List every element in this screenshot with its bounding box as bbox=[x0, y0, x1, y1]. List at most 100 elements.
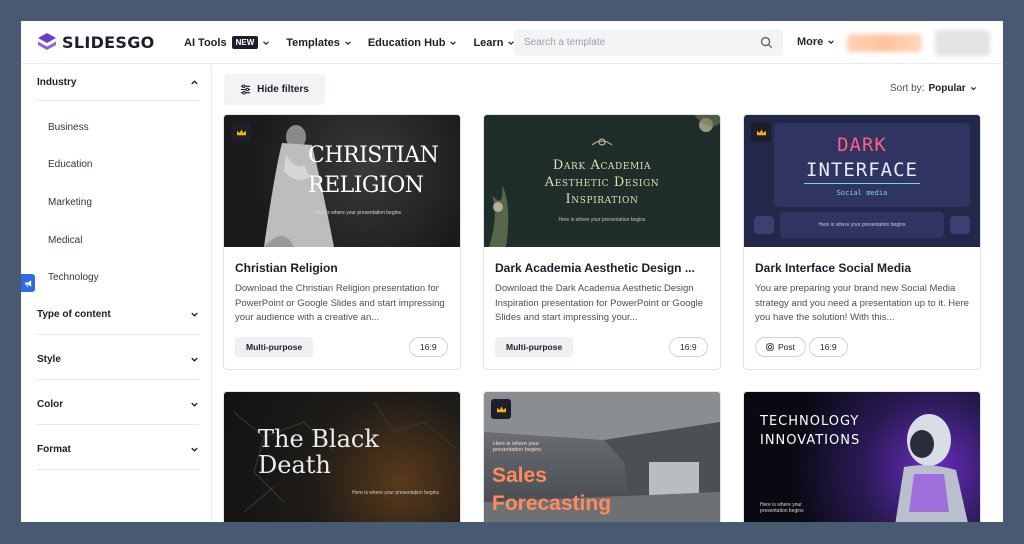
crown-icon bbox=[236, 128, 246, 135]
template-thumbnail[interactable]: TECHNOLOGY INNOVATIONS Here is where you… bbox=[744, 392, 980, 522]
nav-learn-label: Learn bbox=[473, 36, 504, 49]
chevron-up-icon bbox=[191, 80, 198, 85]
nav-education-hub-label: Education Hub bbox=[367, 36, 446, 49]
filter-style[interactable]: Style bbox=[37, 340, 199, 380]
template-thumbnail[interactable]: The Black Death Here is where your prese… bbox=[224, 392, 460, 522]
sort-value: Popular bbox=[928, 83, 966, 94]
megaphone-icon bbox=[24, 279, 31, 287]
chevron-down-icon bbox=[828, 40, 835, 44]
template-card[interactable]: The Black Death Here is where your prese… bbox=[223, 391, 461, 522]
chevron-down-icon bbox=[263, 40, 270, 45]
more-label: More bbox=[797, 36, 824, 48]
tag-multi-purpose[interactable]: Multi-purpose bbox=[495, 337, 574, 357]
instagram-icon bbox=[766, 343, 774, 351]
tag-post[interactable]: Post bbox=[755, 337, 807, 357]
tag-multi-purpose[interactable]: Multi-purpose bbox=[235, 337, 314, 357]
new-badge: NEW bbox=[231, 36, 259, 49]
login-button-blurred[interactable] bbox=[935, 30, 990, 56]
template-thumbnail[interactable]: DARK INTERFACE Social media Here is wher… bbox=[744, 115, 980, 247]
thumbnail-title: TECHNOLOGY INNOVATIONS bbox=[760, 412, 860, 450]
thumbnail-title-line: INTERFACE bbox=[806, 159, 918, 181]
sort-control[interactable]: Sort by: Popular bbox=[890, 83, 977, 94]
filter-color[interactable]: Color bbox=[37, 385, 199, 425]
search-input[interactable] bbox=[524, 37, 760, 48]
tag-aspect-ratio[interactable]: 16:9 bbox=[409, 337, 448, 357]
filter-type-of-content[interactable]: Type of content bbox=[37, 295, 199, 335]
nav-templates[interactable]: Templates bbox=[286, 37, 352, 49]
thumbnail-subtitle: Here is where your presentation begins bbox=[493, 441, 542, 453]
template-thumbnail[interactable]: Dark Academia Aesthetic Design Inspirati… bbox=[484, 115, 720, 247]
card-description: Download the Christian Religion presenta… bbox=[235, 283, 445, 323]
card-title[interactable]: Dark Academia Aesthetic Design ... bbox=[495, 261, 711, 275]
template-thumbnail[interactable]: Here is where your presentation begins S… bbox=[484, 392, 720, 522]
tag-post-label: Post bbox=[778, 342, 796, 352]
hide-filters-label: Hide filters bbox=[257, 84, 309, 95]
thumbnail-title-line: RELIGION bbox=[308, 173, 424, 198]
thumbnail-title: DARK INTERFACE bbox=[744, 133, 980, 183]
template-card[interactable]: CHRISTIAN RELIGION Here is where your pr… bbox=[223, 114, 461, 370]
crown-icon bbox=[496, 405, 506, 412]
interface-icon-tile bbox=[950, 216, 970, 234]
thumbnail-title-line: Aesthetic Design bbox=[544, 175, 660, 190]
thumbnail-title-line: Sales bbox=[492, 464, 547, 487]
chevron-down-icon bbox=[191, 312, 198, 317]
thumbnail-title: CHRISTIAN RELIGION bbox=[308, 141, 439, 201]
chevron-down-icon bbox=[970, 87, 976, 91]
thumbnail-title-line: Death bbox=[258, 451, 331, 479]
filter-format-label: Format bbox=[37, 444, 71, 455]
card-title[interactable]: Christian Religion bbox=[235, 261, 451, 275]
nav-education-hub[interactable]: Education Hub bbox=[368, 37, 458, 49]
filter-color-label: Color bbox=[37, 399, 64, 410]
tag-aspect-ratio[interactable]: 16:9 bbox=[809, 337, 848, 357]
industry-item-technology[interactable]: Technology bbox=[48, 272, 99, 283]
industry-item-business[interactable]: Business bbox=[48, 122, 89, 133]
thumbnail-title: Sales Forecasting bbox=[492, 462, 611, 518]
thumbnail-title: The Black Death bbox=[258, 426, 379, 478]
thumbnail-subtitle: Here is where your presentation begins bbox=[314, 210, 401, 216]
template-card[interactable]: Here is where your presentation begins S… bbox=[483, 391, 721, 522]
sort-label: Sort by: bbox=[890, 83, 925, 94]
premium-button-blurred[interactable] bbox=[847, 34, 922, 52]
template-thumbnail[interactable]: CHRISTIAN RELIGION Here is where your pr… bbox=[224, 115, 460, 247]
interface-icon-tile bbox=[754, 216, 774, 234]
search-icon[interactable] bbox=[760, 36, 773, 49]
template-card[interactable]: TECHNOLOGY INNOVATIONS Here is where you… bbox=[743, 391, 981, 522]
template-card[interactable]: Dark Academia Aesthetic Design Inspirati… bbox=[483, 114, 721, 370]
nav-ai-tools[interactable]: AI Tools NEW bbox=[184, 36, 270, 49]
logo[interactable]: SLIDESGO bbox=[37, 32, 155, 52]
feedback-tab[interactable] bbox=[21, 274, 35, 292]
thumbnail-subtitle: Here is where your presentation begins bbox=[558, 217, 646, 223]
divider bbox=[804, 183, 920, 184]
card-title[interactable]: Dark Interface Social Media bbox=[755, 261, 971, 275]
thumbnail-title-line: Dark Academia bbox=[552, 158, 652, 173]
search-bar bbox=[514, 29, 783, 56]
thumbnail-title-line: Forecasting bbox=[492, 492, 612, 515]
top-header: SLIDESGO AI Tools NEW Templates Educatio… bbox=[21, 21, 1003, 64]
thumbnail-title-line: CHRISTIAN bbox=[308, 143, 439, 168]
chevron-down-icon bbox=[191, 357, 198, 362]
nav-templates-label: Templates bbox=[286, 36, 340, 49]
template-card[interactable]: DARK INTERFACE Social media Here is wher… bbox=[743, 114, 981, 370]
industry-item-medical[interactable]: Medical bbox=[48, 235, 82, 246]
industry-item-education[interactable]: Education bbox=[48, 159, 92, 170]
logo-text: SLIDESGO bbox=[62, 32, 155, 52]
hide-filters-button[interactable]: Hide filters bbox=[224, 74, 325, 105]
filter-style-label: Style bbox=[37, 354, 61, 365]
filter-industry[interactable]: Industry bbox=[37, 65, 199, 101]
tag-aspect-ratio[interactable]: 16:9 bbox=[669, 337, 708, 357]
filters-sidebar: Industry Business Education Marketing Me… bbox=[21, 65, 212, 522]
main-nav: AI Tools NEW Templates Education Hub Lea… bbox=[184, 21, 531, 64]
chevron-down-icon bbox=[191, 402, 198, 407]
filter-type-of-content-label: Type of content bbox=[37, 309, 111, 320]
filter-format[interactable]: Format bbox=[37, 430, 199, 470]
premium-crown-badge bbox=[231, 122, 251, 142]
thumbnail-title-line: INNOVATIONS bbox=[760, 433, 861, 448]
thumbnail-title-line: DARK bbox=[837, 134, 887, 156]
thumbnail-subtitle-secondary: Social media bbox=[836, 189, 888, 197]
chevron-down-icon bbox=[450, 40, 457, 45]
more-menu[interactable]: More bbox=[797, 36, 835, 48]
premium-crown-badge bbox=[491, 399, 511, 419]
nav-learn[interactable]: Learn bbox=[473, 37, 515, 49]
industry-item-marketing[interactable]: Marketing bbox=[48, 197, 92, 208]
thumbnail-title-line: TECHNOLOGY bbox=[760, 414, 860, 429]
